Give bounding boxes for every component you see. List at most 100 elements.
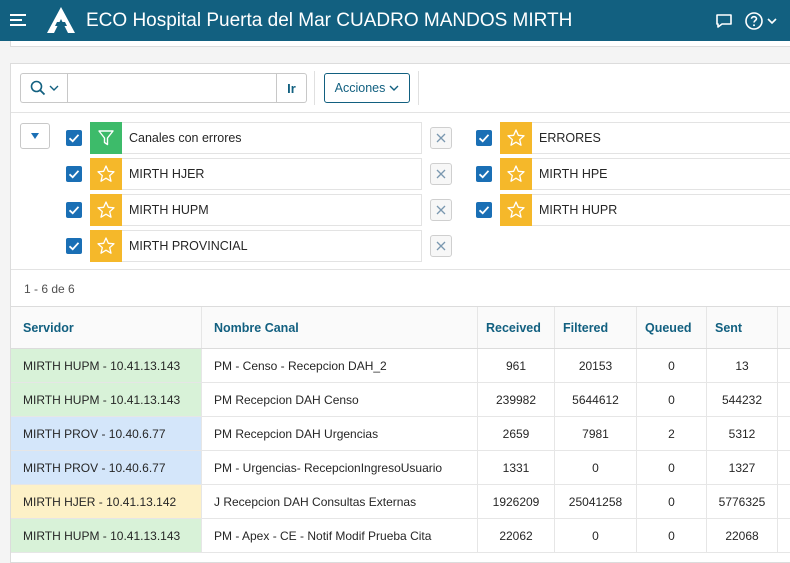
filter-label[interactable]: MIRTH HJER bbox=[122, 158, 422, 190]
table-row: MIRTH HUPM - 10.41.13.143 PM Recepcion D… bbox=[11, 383, 790, 417]
pagination-range: 1 - 6 de 6 bbox=[24, 282, 75, 296]
filter-item: Canales con errores bbox=[66, 122, 466, 154]
table-header-row: Servidor Nombre Canal Received Filtered … bbox=[11, 307, 790, 349]
chevron-down-icon bbox=[389, 85, 399, 91]
column-header-nombre-canal[interactable]: Nombre Canal bbox=[202, 307, 478, 348]
remove-filter-button[interactable] bbox=[430, 235, 452, 257]
cell-servidor: MIRTH HUPM - 10.41.13.143 bbox=[11, 519, 202, 552]
star-icon bbox=[500, 194, 532, 226]
filter-item: MIRTH PROVINCIAL bbox=[66, 230, 466, 262]
filter-item: MIRTH HJER bbox=[66, 158, 466, 190]
actions-button[interactable]: Acciones bbox=[324, 73, 410, 103]
remove-filter-button[interactable] bbox=[430, 199, 452, 221]
cell-more bbox=[778, 417, 790, 450]
column-header-queued[interactable]: Queued bbox=[637, 307, 707, 348]
filter-checkbox[interactable] bbox=[476, 202, 492, 218]
star-icon bbox=[90, 230, 122, 262]
cell-queued: 0 bbox=[637, 451, 707, 484]
filter-item: MIRTH HUPM bbox=[66, 194, 466, 226]
cell-received: 1331 bbox=[478, 451, 555, 484]
filter-checkbox[interactable] bbox=[66, 166, 82, 182]
search-column-button[interactable] bbox=[20, 73, 67, 103]
cell-more bbox=[778, 383, 790, 416]
cell-canal: PM Recepcion DAH Censo bbox=[202, 383, 478, 416]
search-icon bbox=[30, 80, 45, 96]
cell-queued: 2 bbox=[637, 417, 707, 450]
cell-canal: PM - Apex - CE - Notif Modif Prueba Cita bbox=[202, 519, 478, 552]
cell-filtered: 7981 bbox=[555, 417, 637, 450]
app-header: ECO Hospital Puerta del Mar CUADRO MANDO… bbox=[0, 0, 790, 41]
table-row: MIRTH HUPM - 10.41.13.143 PM - Censo - R… bbox=[11, 349, 790, 383]
close-icon bbox=[436, 205, 446, 215]
go-button[interactable]: Ir bbox=[277, 73, 307, 103]
filter-checkbox[interactable] bbox=[476, 166, 492, 182]
cell-queued: 0 bbox=[637, 519, 707, 552]
search-input[interactable] bbox=[67, 73, 277, 103]
filter-label[interactable]: MIRTH HUPM bbox=[122, 194, 422, 226]
cell-canal: PM - Censo - Recepcion DAH_2 bbox=[202, 349, 478, 382]
column-header-servidor[interactable]: Servidor bbox=[11, 307, 202, 348]
filter-checkbox[interactable] bbox=[66, 238, 82, 254]
chevron-down-icon[interactable] bbox=[766, 11, 778, 31]
cell-filtered: 5644612 bbox=[555, 383, 637, 416]
star-icon bbox=[500, 122, 532, 154]
column-header-received[interactable]: Received bbox=[478, 307, 555, 348]
cell-queued: 0 bbox=[637, 349, 707, 382]
report-panel: Ir Acciones Canales con errores MIRTH HJ… bbox=[10, 63, 790, 563]
filter-checkbox[interactable] bbox=[66, 130, 82, 146]
search-bar: Ir bbox=[20, 73, 307, 103]
check-icon bbox=[478, 206, 490, 215]
check-icon bbox=[68, 134, 80, 143]
star-icon bbox=[500, 158, 532, 190]
chevron-down-icon bbox=[49, 85, 58, 91]
cell-sent: 544232 bbox=[707, 383, 778, 416]
star-icon bbox=[90, 158, 122, 190]
cell-more bbox=[778, 451, 790, 484]
chat-icon[interactable] bbox=[714, 11, 734, 31]
remove-filter-button[interactable] bbox=[430, 127, 452, 149]
filter-label[interactable]: Canales con errores bbox=[122, 122, 422, 154]
help-icon[interactable] bbox=[744, 11, 764, 31]
actions-label: Acciones bbox=[334, 81, 386, 95]
cell-servidor: MIRTH HJER - 10.41.13.142 bbox=[11, 485, 202, 518]
filter-label[interactable]: MIRTH PROVINCIAL bbox=[122, 230, 422, 262]
cell-filtered: 0 bbox=[555, 451, 637, 484]
cell-servidor: MIRTH PROV - 10.40.6.77 bbox=[11, 451, 202, 484]
check-icon bbox=[68, 206, 80, 215]
column-header-more bbox=[778, 307, 790, 348]
cell-servidor: MIRTH PROV - 10.40.6.77 bbox=[11, 417, 202, 450]
filter-checkbox[interactable] bbox=[66, 202, 82, 218]
logo-icon bbox=[47, 7, 75, 33]
cell-sent: 13 bbox=[707, 349, 778, 382]
cell-queued: 0 bbox=[637, 485, 707, 518]
cell-sent: 1327 bbox=[707, 451, 778, 484]
filter-label[interactable]: ERRORES bbox=[532, 122, 790, 154]
menu-icon[interactable] bbox=[10, 14, 26, 26]
close-icon bbox=[436, 133, 446, 143]
top-region bbox=[10, 41, 790, 47]
table-row: MIRTH HUPM - 10.41.13.143 PM - Apex - CE… bbox=[11, 519, 790, 553]
collapse-filters-button[interactable] bbox=[20, 123, 50, 149]
remove-filter-button[interactable] bbox=[430, 163, 452, 185]
check-icon bbox=[68, 170, 80, 179]
cell-canal: PM - Urgencias- RecepcionIngresoUsuario bbox=[202, 451, 478, 484]
cell-received: 1926209 bbox=[478, 485, 555, 518]
filter-checkbox[interactable] bbox=[476, 130, 492, 146]
app-title: ECO Hospital Puerta del Mar CUADRO MANDO… bbox=[86, 10, 573, 31]
filter-label[interactable]: MIRTH HUPR bbox=[532, 194, 790, 226]
check-icon bbox=[478, 134, 490, 143]
cell-sent: 5312 bbox=[707, 417, 778, 450]
filter-label[interactable]: MIRTH HPE bbox=[532, 158, 790, 190]
report-table: Servidor Nombre Canal Received Filtered … bbox=[11, 306, 790, 553]
cell-received: 2659 bbox=[478, 417, 555, 450]
cell-more bbox=[778, 485, 790, 518]
column-header-sent[interactable]: Sent bbox=[707, 307, 778, 348]
cell-more bbox=[778, 519, 790, 552]
cell-sent: 22068 bbox=[707, 519, 778, 552]
column-header-filtered[interactable]: Filtered bbox=[555, 307, 637, 348]
cell-sent: 5776325 bbox=[707, 485, 778, 518]
cell-servidor: MIRTH HUPM - 10.41.13.143 bbox=[11, 383, 202, 416]
table-row: MIRTH PROV - 10.40.6.77 PM Recepcion DAH… bbox=[11, 417, 790, 451]
filter-item: ERRORES bbox=[476, 122, 790, 154]
filter-icon bbox=[90, 122, 122, 154]
